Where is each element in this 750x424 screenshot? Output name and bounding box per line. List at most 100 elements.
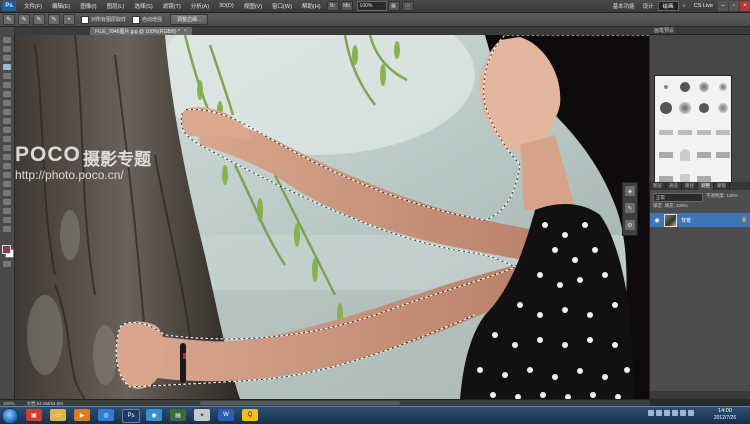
task-explorer-icon[interactable]: ▭ (50, 409, 66, 421)
healing-brush-tool-icon[interactable] (3, 91, 11, 97)
foreground-color-swatch[interactable] (2, 245, 11, 254)
subtract-selection-icon[interactable]: ✎ (48, 14, 60, 25)
visibility-eye-icon[interactable]: ◉ (653, 216, 661, 224)
menu-select[interactable]: 选择(S) (129, 2, 157, 10)
close-icon[interactable]: × (740, 1, 750, 11)
workspace-design[interactable]: 设计 (639, 2, 658, 10)
task-photoshop-icon[interactable]: Ps (122, 409, 140, 423)
quick-selection-tool-icon[interactable] (3, 64, 11, 70)
zoom-tool-icon[interactable] (3, 226, 11, 232)
marquee-tool-icon[interactable] (3, 46, 11, 52)
brush-presets-panel-header[interactable]: 画笔预设 (650, 27, 750, 35)
task-qq-icon[interactable]: Q (242, 409, 258, 421)
add-to-selection-icon[interactable]: ✎ (33, 14, 45, 25)
tray-icon[interactable] (680, 410, 686, 416)
shape-tool-icon[interactable] (3, 190, 11, 196)
auto-enhance-checkbox[interactable] (132, 15, 141, 24)
menu-file[interactable]: 文件(F) (19, 2, 47, 10)
arrange-documents-button[interactable]: ▦ (387, 1, 400, 11)
quick-mask-icon[interactable] (3, 261, 11, 267)
brush-preset-round-blunt-icon[interactable] (695, 146, 712, 163)
horizontal-scrollbar[interactable] (200, 401, 400, 405)
tab-close-icon[interactable]: × (184, 28, 187, 34)
brush-preset-spatter-icon[interactable] (714, 99, 731, 116)
menu-layer[interactable]: 图层(L) (102, 2, 130, 10)
tab-layers[interactable]: 图层 (650, 182, 666, 190)
task-app-icon-7[interactable]: ▤ (170, 409, 186, 421)
move-tool-icon[interactable] (3, 37, 11, 43)
tray-icon[interactable] (656, 410, 662, 416)
maximize-icon[interactable]: ▫ (729, 1, 739, 11)
3d-orbit-tool-icon[interactable] (3, 208, 11, 214)
tab-masks[interactable]: 蒙版 (714, 182, 730, 190)
brush-preset-hard-round-icon[interactable] (676, 78, 693, 95)
brush-preset-chalk-icon[interactable] (676, 124, 693, 141)
gradient-tool-icon[interactable] (3, 136, 11, 142)
new-selection-icon[interactable]: ✎ (18, 14, 30, 25)
brush-panel-icon[interactable]: ✎ (625, 203, 635, 213)
brush-preset-soft-small-icon[interactable] (657, 78, 674, 95)
tool-presets-icon[interactable]: ⚙ (625, 220, 635, 230)
menu-3d[interactable]: 3D(D) (214, 3, 239, 9)
brush-preset-soft-large-icon[interactable] (676, 99, 693, 116)
hand-tool-icon[interactable] (3, 217, 11, 223)
eyedropper-tool-icon[interactable] (3, 82, 11, 88)
menu-filter[interactable]: 滤镜(T) (158, 2, 186, 10)
refine-edge-button[interactable]: 调整边缘... (170, 14, 209, 25)
brush-preset-pencil-icon[interactable] (657, 124, 674, 141)
dodge-tool-icon[interactable] (3, 154, 11, 160)
menu-image[interactable]: 图像(I) (75, 2, 101, 10)
brush-preset-flat-icon[interactable] (714, 124, 731, 141)
taskbar-clock[interactable]: 14:00 2012/7/26 (705, 408, 745, 422)
document-tab[interactable]: FILE_7846图片.jpg @ 100%(RGB/8) * × (90, 27, 192, 35)
document-canvas[interactable]: POCO 摄影专题 http://photo.poco.cn/ (15, 35, 649, 399)
task-word-icon[interactable]: W (218, 409, 234, 421)
brush-preset-round-point-icon[interactable] (714, 146, 731, 163)
workspace-essentials[interactable]: 基本功能 (609, 2, 639, 10)
blur-tool-icon[interactable] (3, 145, 11, 151)
crop-tool-icon[interactable] (3, 73, 11, 79)
3d-rotate-tool-icon[interactable] (3, 199, 11, 205)
brush-preset-fan-icon[interactable] (657, 146, 674, 163)
clone-source-icon[interactable]: ◈ (625, 186, 635, 196)
task-media-player-icon[interactable]: ▶ (74, 409, 90, 421)
workspace-more-chevron-icon[interactable]: » (679, 3, 690, 9)
sample-all-layers-checkbox[interactable] (81, 15, 89, 24)
task-app-icon-8[interactable]: ✦ (194, 409, 210, 421)
brush-preset-hard-large-icon[interactable] (657, 99, 674, 116)
minimize-icon[interactable]: – (718, 1, 728, 11)
menu-help[interactable]: 帮助(H) (297, 2, 326, 10)
brush-preset-bristle-icon[interactable] (695, 124, 712, 141)
brush-preset-airbrush-icon[interactable] (714, 78, 731, 95)
brush-preset-angle-icon[interactable] (676, 146, 693, 163)
menu-window[interactable]: 窗口(W) (267, 2, 297, 10)
tray-icon[interactable] (672, 410, 678, 416)
layer-row[interactable]: ◉ 背景 🔒 (650, 213, 750, 227)
clone-stamp-tool-icon[interactable] (3, 109, 11, 115)
zoom-level-select[interactable]: 100% (356, 1, 387, 11)
brush-tool-icon[interactable] (3, 100, 11, 106)
path-selection-tool-icon[interactable] (3, 181, 11, 187)
tray-icon[interactable] (688, 410, 694, 416)
blend-mode-select[interactable]: 正常 (653, 193, 703, 202)
tray-icon[interactable] (664, 410, 670, 416)
lasso-tool-icon[interactable] (3, 55, 11, 61)
history-brush-tool-icon[interactable] (3, 118, 11, 124)
opacity-field[interactable]: 不透明度: 100% (706, 193, 738, 199)
task-app-icon-1[interactable]: ▣ (26, 409, 42, 421)
menu-analysis[interactable]: 分析(A) (186, 2, 214, 10)
tab-adjustments[interactable]: 调整 (698, 182, 714, 190)
menu-view[interactable]: 视图(V) (239, 2, 267, 10)
brush-preset-soft-round-icon[interactable] (695, 78, 712, 95)
cs-live-button[interactable]: CS Live (690, 3, 717, 9)
type-tool-icon[interactable] (3, 172, 11, 178)
screen-mode-button[interactable]: ▭ (401, 1, 414, 11)
workspace-painting[interactable]: 绘画 (657, 1, 679, 11)
tray-icon[interactable] (648, 410, 654, 416)
tab-paths[interactable]: 路径 (682, 182, 698, 190)
eraser-tool-icon[interactable] (3, 127, 11, 133)
task-app-icon-6[interactable]: ◉ (146, 409, 162, 421)
brush-preset-hard-medium-icon[interactable] (695, 99, 712, 116)
menu-edit[interactable]: 编辑(E) (47, 2, 75, 10)
lock-fill-row[interactable]: 锁定: 填充: 100% (653, 203, 688, 209)
